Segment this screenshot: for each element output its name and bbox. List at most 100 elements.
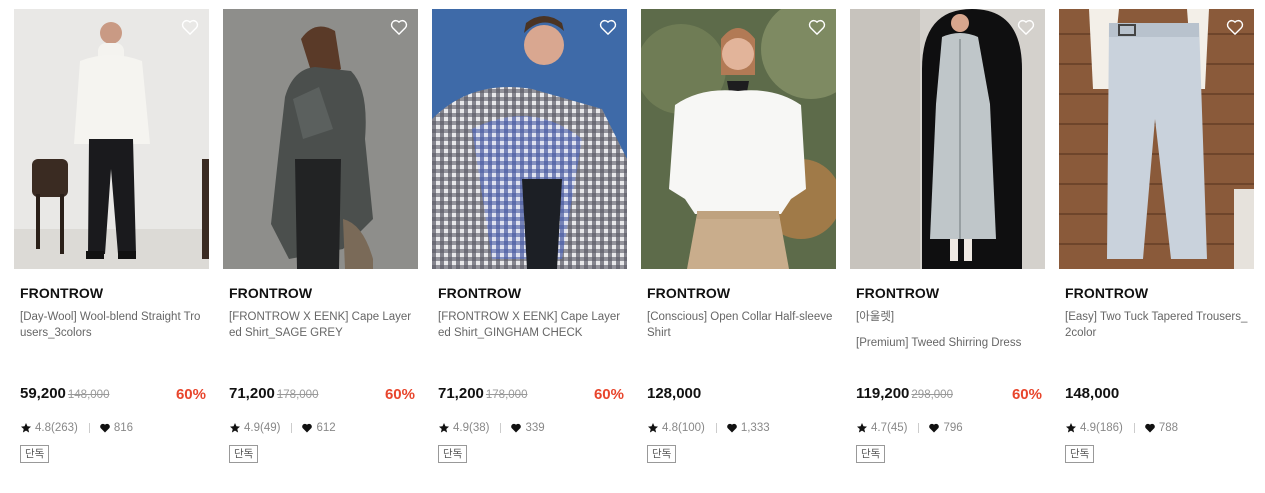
wishlist-button[interactable]	[807, 17, 827, 37]
review-meta: 4.8(263) 816	[20, 421, 133, 435]
price-row: 128,000	[647, 385, 833, 405]
product-card[interactable]: FRONTROW [FRONTROW X EENK] Cape Layered …	[432, 9, 627, 463]
brand-name[interactable]: FRONTROW	[1065, 285, 1148, 301]
original-price: 148,000	[67, 389, 110, 401]
exclusive-badge: 단독	[647, 445, 677, 463]
discount-rate: 60%	[175, 386, 206, 403]
review-meta: 4.8(100) 1,333	[647, 421, 770, 435]
like-count: 816	[113, 422, 134, 434]
product-image[interactable]	[850, 9, 1045, 269]
product-name[interactable]: [FRONTROW X EENK] Cape Layered Shirt_SAG…	[229, 309, 415, 341]
like-count: 796	[943, 422, 963, 434]
star-icon	[1066, 423, 1076, 433]
product-image[interactable]	[641, 9, 836, 269]
exclusive-badge: 단독	[20, 445, 50, 463]
heart-outline-icon	[181, 19, 199, 35]
star-icon	[230, 423, 240, 433]
heart-filled-icon	[100, 423, 110, 433]
product-grid: FRONTROW [Day-Wool] Wool-blend Straight …	[0, 0, 1265, 493]
brand-name[interactable]: FRONTROW	[856, 285, 939, 301]
product-photo	[223, 9, 418, 269]
price-row: 148,000	[1065, 385, 1251, 405]
product-image[interactable]	[1059, 9, 1254, 269]
wishlist-button[interactable]	[180, 17, 200, 37]
heart-outline-icon	[1017, 19, 1035, 35]
discount-rate: 60%	[384, 386, 415, 403]
heart-outline-icon	[390, 19, 408, 35]
exclusive-badge: 단독	[856, 445, 886, 463]
rating-text: 4.8(263)	[35, 422, 78, 434]
review-meta: 4.7(45) 796	[856, 421, 963, 435]
heart-outline-icon	[599, 19, 617, 35]
product-name[interactable]: [Day-Wool] Wool-blend Straight Trousers_…	[20, 309, 206, 341]
heart-filled-icon	[929, 423, 940, 433]
like-count: 339	[525, 422, 545, 434]
divider	[1133, 423, 1135, 433]
brand-name[interactable]: FRONTROW	[20, 285, 103, 301]
product-image[interactable]	[432, 9, 627, 269]
price-row: 59,200 148,000 60%	[20, 385, 206, 405]
star-icon	[648, 423, 658, 433]
divider	[715, 423, 717, 433]
discount-rate: 60%	[593, 386, 624, 403]
sale-price: 128,000	[647, 385, 702, 402]
product-card[interactable]: FRONTROW [Conscious] Open Collar Half-sl…	[641, 9, 836, 463]
exclusive-badge: 단독	[1065, 445, 1095, 463]
sale-price: 119,200	[856, 385, 910, 402]
product-name[interactable]: [Easy] Two Tuck Tapered Trousers_2color	[1065, 309, 1251, 341]
product-card[interactable]: FRONTROW [FRONTROW X EENK] Cape Layered …	[223, 9, 418, 463]
star-icon	[21, 423, 31, 433]
heart-filled-icon	[511, 423, 522, 433]
wishlist-button[interactable]	[389, 17, 409, 37]
like-count: 788	[1158, 422, 1179, 434]
divider	[88, 423, 90, 433]
divider	[500, 423, 502, 433]
sale-price: 71,200	[229, 385, 275, 402]
rating-text: 4.9(186)	[1080, 422, 1123, 434]
product-card[interactable]: FRONTROW [Easy] Two Tuck Tapered Trouser…	[1059, 9, 1254, 463]
divider	[918, 423, 920, 433]
product-card[interactable]: FRONTROW [Day-Wool] Wool-blend Straight …	[14, 9, 209, 463]
product-photo	[850, 9, 1045, 269]
original-price: 178,000	[485, 389, 528, 401]
product-photo	[641, 9, 836, 269]
review-meta: 4.9(186) 788	[1065, 421, 1178, 435]
product-card[interactable]: FRONTROW [아울렛] [Premium] Tweed Shirring …	[850, 9, 1045, 463]
product-image[interactable]	[223, 9, 418, 269]
wishlist-button[interactable]	[1225, 17, 1245, 37]
heart-filled-icon	[302, 423, 313, 433]
product-name[interactable]: [아울렛]	[856, 309, 1042, 325]
product-photo	[1059, 9, 1254, 269]
product-name[interactable]: [FRONTROW X EENK] Cape Layered Shirt_GIN…	[438, 309, 624, 341]
product-photo	[14, 9, 209, 269]
product-image[interactable]	[14, 9, 209, 269]
discount-rate: 60%	[1011, 386, 1042, 403]
sale-price: 59,200	[20, 385, 66, 402]
review-meta: 4.9(49) 612	[229, 421, 336, 435]
wishlist-button[interactable]	[1016, 17, 1036, 37]
exclusive-badge: 단독	[438, 445, 468, 463]
wishlist-button[interactable]	[598, 17, 618, 37]
original-price: 298,000	[911, 389, 953, 401]
sale-price: 71,200	[438, 385, 484, 402]
heart-outline-icon	[1226, 19, 1244, 35]
rating-text: 4.7(45)	[871, 422, 908, 434]
price-row: 71,200 178,000 60%	[229, 385, 415, 405]
like-count: 1,333	[740, 422, 770, 434]
brand-name[interactable]: FRONTROW	[438, 285, 521, 301]
brand-name[interactable]: FRONTROW	[229, 285, 312, 301]
star-icon	[439, 423, 449, 433]
product-name-line-2[interactable]: [Premium] Tweed Shirring Dress	[856, 335, 1042, 351]
rating-text: 4.9(38)	[453, 422, 490, 434]
heart-filled-icon	[727, 423, 737, 433]
review-meta: 4.9(38) 339	[438, 421, 545, 435]
price-row: 119,200 298,000 60%	[856, 385, 1042, 405]
exclusive-badge: 단독	[229, 445, 259, 463]
like-count: 612	[316, 422, 336, 434]
sale-price: 148,000	[1065, 385, 1120, 402]
rating-text: 4.8(100)	[662, 422, 705, 434]
product-photo	[432, 9, 627, 269]
product-name[interactable]: [Conscious] Open Collar Half-sleeve Shir…	[647, 309, 833, 341]
divider	[291, 423, 293, 433]
brand-name[interactable]: FRONTROW	[647, 285, 730, 301]
